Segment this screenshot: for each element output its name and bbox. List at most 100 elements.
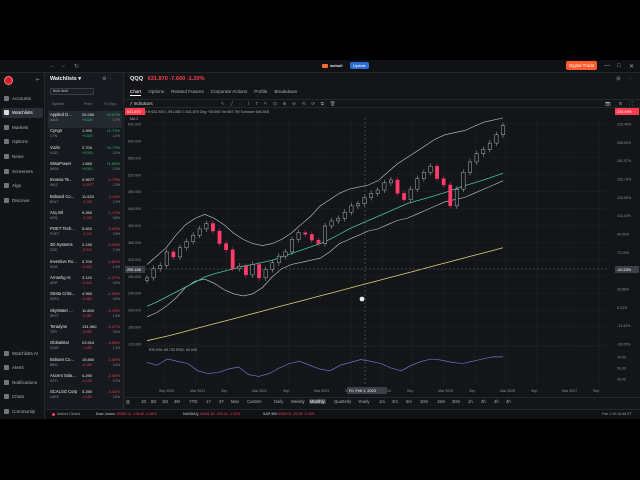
- tab-chart[interactable]: Chart: [130, 89, 142, 96]
- index-nasdaq[interactable]: NASDAQ 23461.82 -240.42 -1.02%: [183, 412, 240, 416]
- tab-breakdown[interactable]: Breakdown: [274, 89, 297, 96]
- watchlist-title[interactable]: Watchlists ▾: [50, 76, 81, 82]
- y-tick-left: 200.000: [128, 309, 141, 313]
- row-price: 11.620: [82, 193, 94, 199]
- timeframe-1d[interactable]: 1D: [140, 399, 147, 404]
- price-chart[interactable]: 640.000 600.000 560.000 520.000 480.000 440.0…: [125, 108, 640, 397]
- watchlist-row[interactable]: Cyngn CYN 1.390 +0.020 +1.72% 1.0%: [48, 127, 122, 144]
- collapse-icon[interactable]: ⇤: [36, 77, 40, 83]
- timeframe-1m[interactable]: 1M: [161, 399, 169, 404]
- nav-item-discover[interactable]: Discover: [2, 195, 43, 205]
- watchlist-row[interactable]: 3D Systems DDD 2.130 -0.020 -0.93% 2.1%: [48, 241, 122, 258]
- index-dow[interactable]: Dow Jones 49955.12 -178.82 -0.36%: [96, 412, 157, 416]
- close-icon[interactable]: ✕: [629, 63, 634, 70]
- watchlist-row[interactable]: WisaPower WISA 1.650 +0.010 +1.54% 0.3%: [48, 160, 122, 177]
- nav-item-screeners[interactable]: Screeners: [2, 166, 43, 176]
- nav-item-watchlists[interactable]: Watchlists: [2, 107, 43, 118]
- timeframe-custom[interactable]: Custom: [246, 399, 262, 404]
- timeframe-5d[interactable]: 5D: [150, 399, 157, 404]
- timeframe-1h[interactable]: 1h: [467, 399, 474, 404]
- timeframe-yearly[interactable]: Yearly: [357, 399, 371, 404]
- watchlist-row[interactable]: Innovia Te... INVZ 0.9677 -0.0077 -0.79% 1.2%: [48, 176, 122, 193]
- title-bar: ← → ↻ webull Update Digital Trade — □ ✕: [0, 60, 640, 73]
- x-tick: Sep 2020: [159, 389, 174, 393]
- row-ticker: DDD: [50, 248, 58, 253]
- timeframe-monthly[interactable]: Monthly: [309, 399, 326, 404]
- timeframe-1m[interactable]: 1m: [378, 399, 386, 404]
- watchlist-tools-icon[interactable]: ⚙ ⋯: [102, 76, 113, 82]
- watchlist-row[interactable]: SkyWater ... SKYT 11.600 -0.260 -2.19% 1.5%: [48, 307, 122, 324]
- watchlist-row[interactable]: POET Tech... POET 5.820 -0.120 -2.02% 2.5%: [48, 225, 122, 242]
- refresh-icon[interactable]: ↻: [74, 63, 79, 70]
- index-sp500[interactable]: S&P 500 6939.03 -29.98 -0.43%: [263, 412, 315, 416]
- timeframe-3h[interactable]: 3h: [493, 399, 500, 404]
- timeframe-3y[interactable]: 3Y: [218, 399, 225, 404]
- nav-item-algo[interactable]: Algo: [2, 181, 43, 191]
- timeframe-15m[interactable]: 15m: [436, 399, 446, 404]
- tab-options[interactable]: Options: [148, 89, 164, 96]
- timeframe-2h[interactable]: 2h: [480, 399, 487, 404]
- watchlist-select[interactable]: tech tech: [50, 88, 94, 95]
- nav-item-markets[interactable]: Markets: [2, 122, 43, 132]
- avatar[interactable]: [4, 76, 13, 85]
- watchlist-row[interactable]: Vuzix VUZI 2.700 +0.020 +0.77% 2.0%: [48, 144, 122, 161]
- watchlist-row[interactable]: Strata Critic... SRTA 4.950 -0.080 -1.59% 0.6…: [48, 290, 122, 307]
- watchlist-row[interactable]: Bolsam Co... BBSI 15.800 -0.160 -1.00% 0.4%: [48, 356, 122, 373]
- nav-item-watchlists-ai[interactable]: Watchlists AI: [2, 348, 43, 358]
- minimize-icon[interactable]: —: [604, 63, 610, 69]
- row-ticker: GSAT: [50, 346, 59, 351]
- timeframe-10m[interactable]: 10m: [419, 399, 429, 404]
- timeframe-daily[interactable]: Daily: [273, 399, 284, 404]
- watchlist-row[interactable]: Arrowhg AI ARIF 3.120 -0.040 -1.27% 0.9%: [48, 274, 122, 291]
- update-badge[interactable]: Update: [350, 62, 369, 69]
- timeframe-4h[interactable]: 4h: [505, 399, 512, 404]
- y-tick-right: 150.73%: [617, 178, 632, 182]
- detail-tabs: Chart Options Related Futures Corporate Act…: [130, 89, 297, 96]
- timeframe-30m[interactable]: 30m: [451, 399, 461, 404]
- timeframe-ytd[interactable]: YTD: [188, 399, 198, 404]
- timeframe-max[interactable]: Max: [230, 399, 240, 404]
- timeframe-3m[interactable]: 3M: [173, 399, 181, 404]
- digital-trade-button[interactable]: Digital Trade: [566, 61, 598, 70]
- tab-related-futures[interactable]: Related Futures: [171, 89, 204, 96]
- watchlist-row[interactable]: Ascent Sola... ASTI 4.290 -0.130 -2.94% 0.7%: [48, 372, 122, 389]
- timeframe-5m[interactable]: 5m: [405, 399, 413, 404]
- nav-item-label: News: [12, 153, 24, 159]
- watchlist-row[interactable]: Bolsard Co... BOLT 11.620 -0.130 -1.11% 2.2%: [48, 193, 122, 210]
- nav-item-notifications[interactable]: Notifications: [2, 377, 43, 387]
- nav-item-alerts[interactable]: Alerts: [2, 363, 43, 373]
- tab-profile[interactable]: Profile: [254, 89, 267, 96]
- watchlist-row[interactable]: Inventive Ro... SIVA 3.700 -0.030 -0.80% 1.4%: [48, 258, 122, 275]
- drawing-tools-icon[interactable]: ↖ ╱ ◌ ⌇ T ✎ ⊡ ⊕ ⊖ ⟲ ⟳ ⧉ 🗑: [221, 101, 338, 107]
- indicators-button[interactable]: ƒ Indicators: [130, 101, 153, 106]
- row-name: SCALSG Corp: [50, 389, 78, 395]
- nav-item-news[interactable]: News: [2, 151, 43, 161]
- chart-settings-icon[interactable]: 📷 ⚙ ⛶: [605, 101, 636, 107]
- row-vol: 1.4%: [112, 264, 120, 269]
- forward-arrow-icon[interactable]: →: [60, 63, 66, 69]
- nav-item-community[interactable]: Community: [2, 406, 43, 416]
- timeframe-1y[interactable]: 1Y: [205, 399, 212, 404]
- column-chg[interactable]: % Chg ↕: [104, 102, 118, 106]
- timeframe-quarterly[interactable]: Quarterly: [333, 399, 352, 404]
- watchlist-row[interactable]: Arq Intl ARQ 9.260 -0.130 -1.17% 0.8%: [48, 209, 122, 226]
- maximize-icon[interactable]: □: [617, 63, 621, 69]
- watchlist-row[interactable]: Globalstar GSAT 23.910 -1.090 -4.36% 1.1%: [48, 339, 122, 356]
- row-price: 5.820: [82, 226, 93, 232]
- watchlist-row[interactable]: Applied D... AAOI 25.260 +0.020 +0.07% 0.7%: [48, 111, 122, 128]
- toggle-panel-icon[interactable]: ▥: [125, 399, 131, 404]
- tab-corporate-actions[interactable]: Corporate Actions: [211, 89, 248, 96]
- watchlist-row[interactable]: SCALSG Corp LAES 3.250 -0.150 -4.41% 2.6%: [48, 388, 122, 405]
- nav-item-accounts[interactable]: Accounts: [2, 93, 43, 103]
- timeframe-weekly[interactable]: Weekly: [290, 399, 306, 404]
- watchlist-row[interactable]: Teradyne TER 131.060 -3.050 -2.27% 3.0%: [48, 323, 122, 340]
- nav-item-options[interactable]: Options: [2, 137, 43, 147]
- back-arrow-icon[interactable]: ←: [50, 63, 56, 69]
- nav-item-chats[interactable]: Chats: [2, 392, 43, 402]
- column-price[interactable]: Price: [84, 102, 92, 106]
- timeframe-3m[interactable]: 3m: [391, 399, 399, 404]
- column-symbol[interactable]: Symbol: [52, 102, 64, 106]
- candle-body: [230, 249, 235, 269]
- row-vol: 3.0%: [112, 329, 120, 334]
- header-tools-icon[interactable]: ⊞ ⋯: [616, 76, 636, 82]
